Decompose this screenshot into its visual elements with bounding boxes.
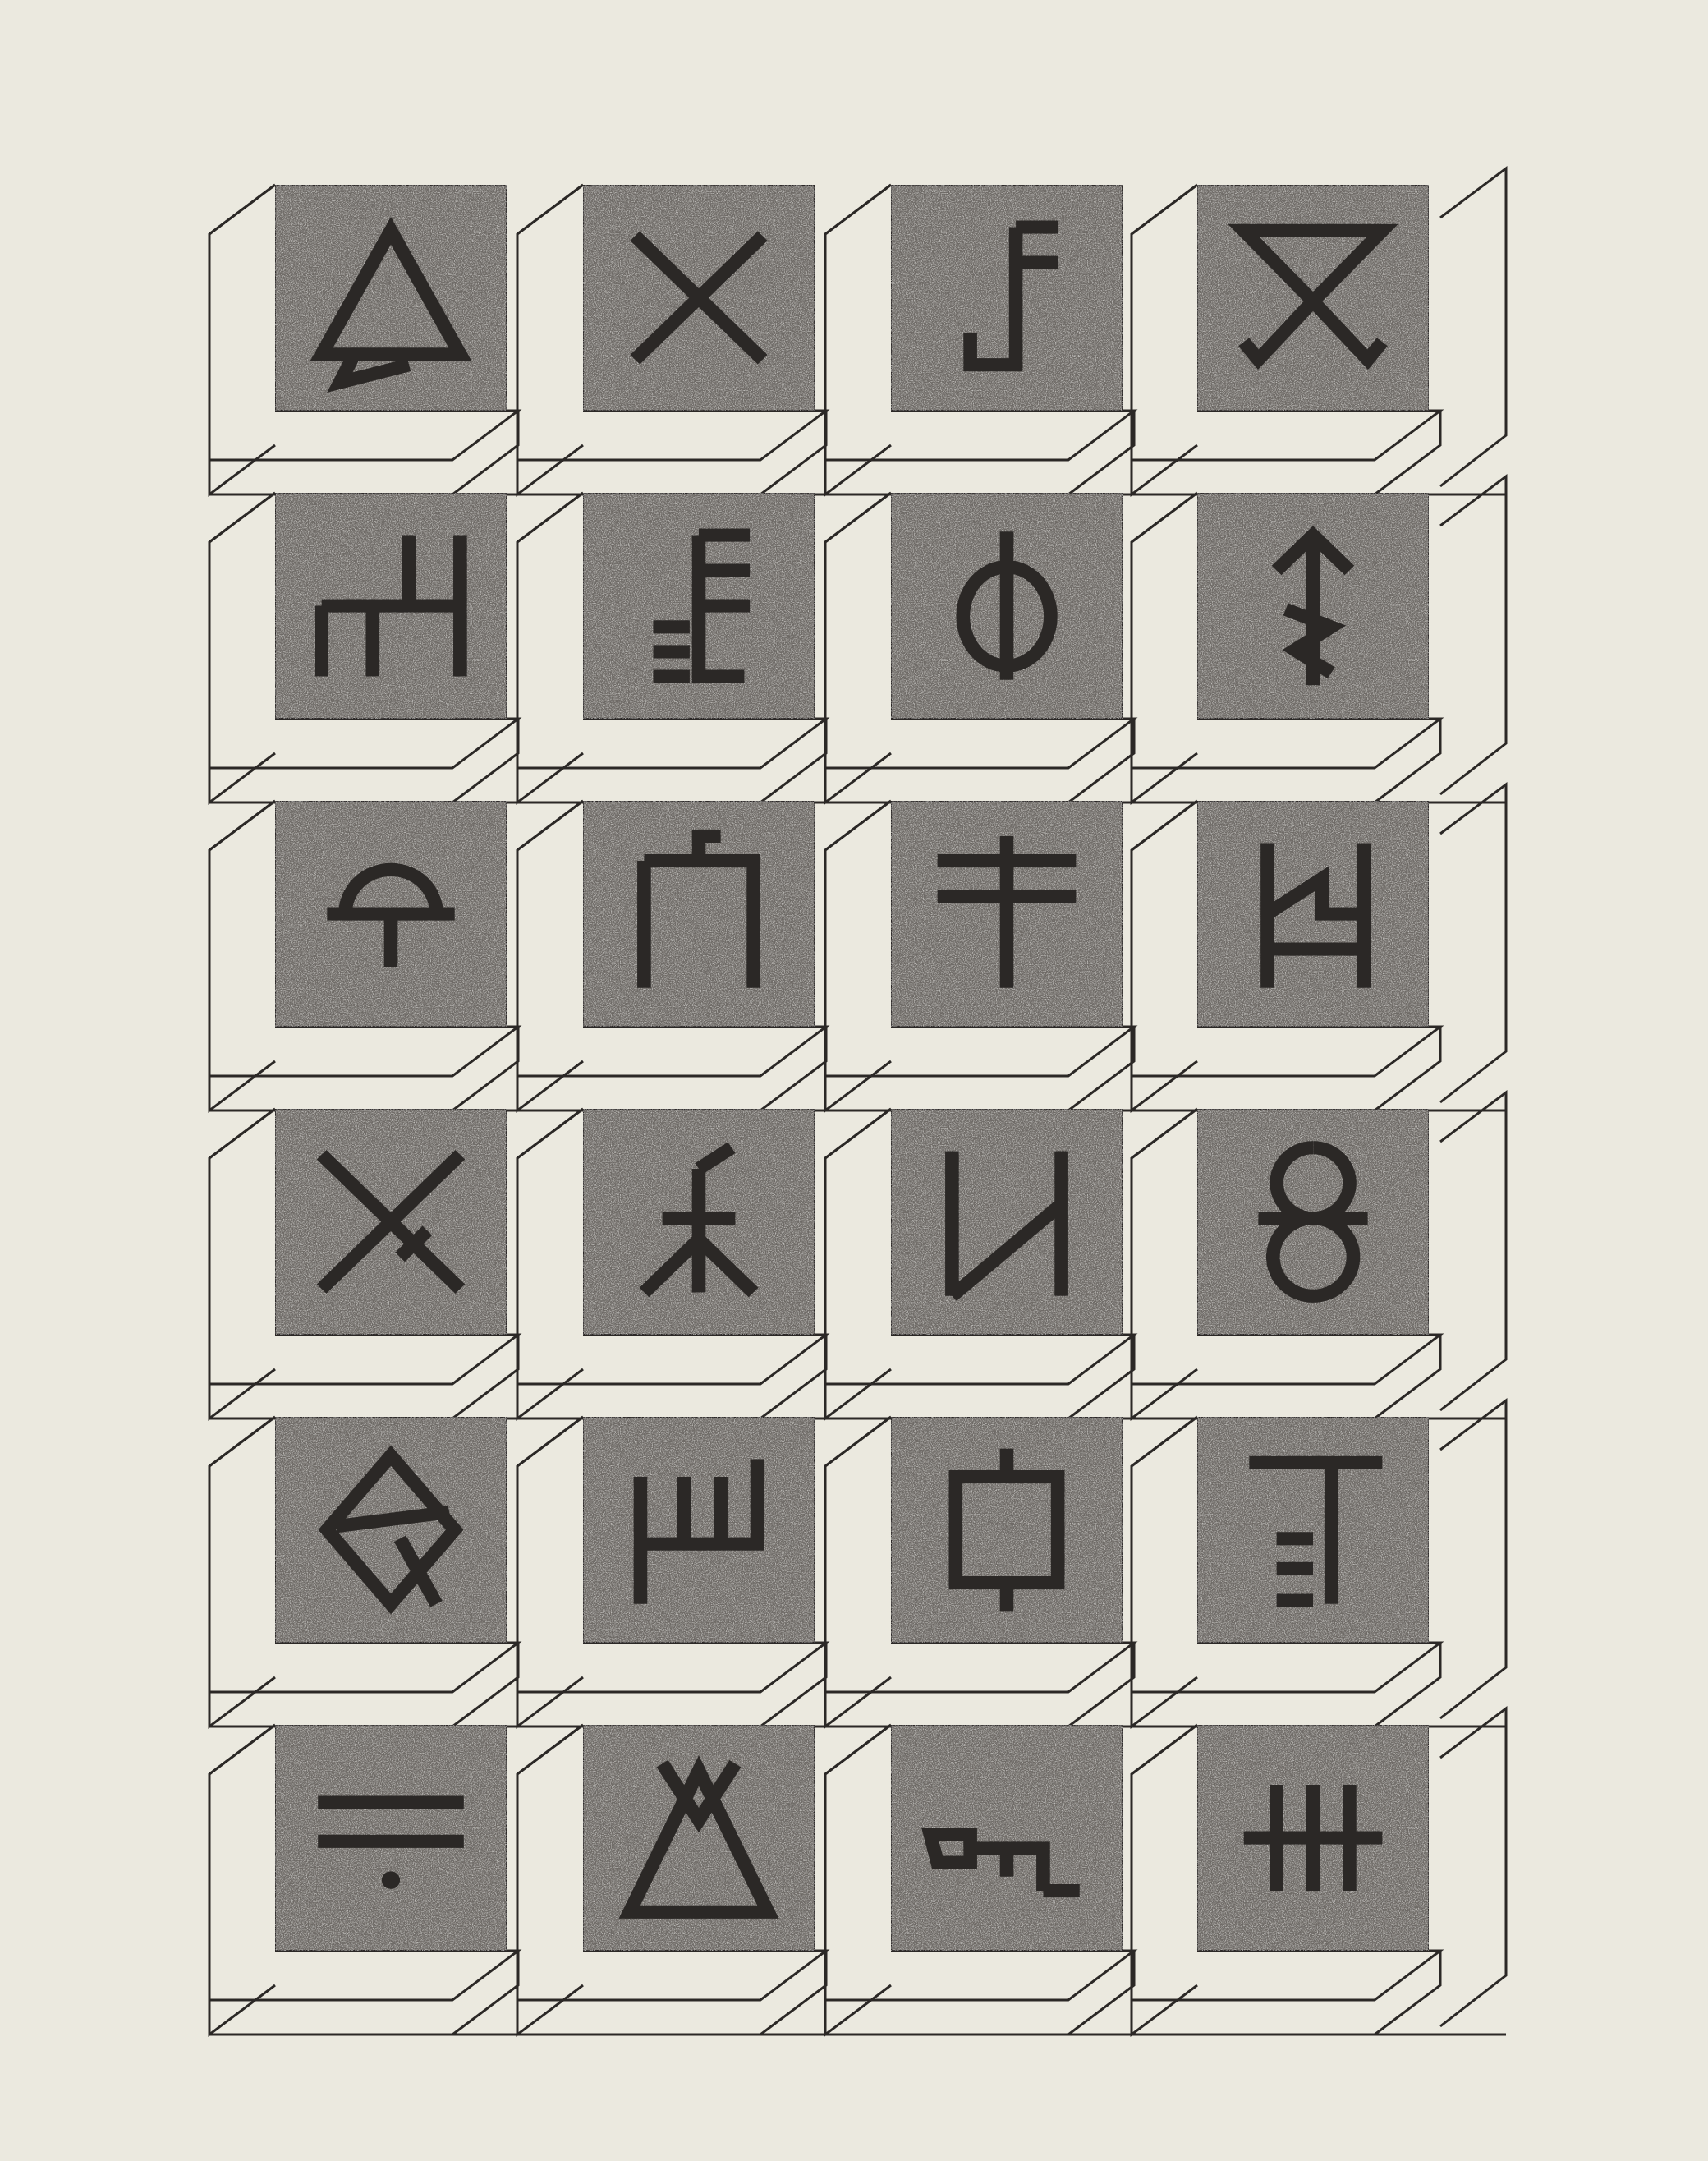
- row-end-wall: [1439, 782, 1508, 1104]
- plate-texture: [890, 184, 1123, 412]
- glyph-plate: [1196, 800, 1430, 1028]
- symbol-grid: [0, 0, 1708, 2161]
- glyph-plate: [1196, 1724, 1430, 1952]
- glyph-plate: [1196, 1108, 1430, 1336]
- glyph-plate: [274, 1724, 507, 1952]
- glyph-plate: [890, 1108, 1123, 1336]
- plate-texture: [890, 1108, 1123, 1336]
- glyph-plate: [1196, 492, 1430, 720]
- glyph-plate: [274, 184, 507, 412]
- glyph-plate: [582, 1108, 815, 1336]
- paper-edge: [0, 0, 1708, 2161]
- row-end-wall: [1439, 474, 1508, 796]
- glyph-plate: [582, 1724, 815, 1952]
- row-end-wall: [1439, 166, 1508, 488]
- artwork-sheet: [0, 0, 1708, 2161]
- plate-texture: [1196, 1416, 1430, 1644]
- glyph-plate: [890, 1724, 1123, 1952]
- glyph-plates: [274, 184, 1430, 1952]
- glyph-plate: [582, 492, 815, 720]
- row-end-wall: [1439, 1706, 1508, 2028]
- glyph-plate: [582, 1416, 815, 1644]
- glyph-plate: [890, 1416, 1123, 1644]
- dot-icon: [381, 1871, 401, 1889]
- glyph-plate: [890, 184, 1123, 412]
- glyph-plate: [582, 800, 815, 1028]
- glyph-plate: [582, 184, 815, 412]
- glyph-plate: [274, 1108, 507, 1336]
- plate-texture: [1196, 800, 1430, 1028]
- glyph-plate: [890, 800, 1123, 1028]
- glyph-plate: [274, 492, 507, 720]
- glyph-plate: [1196, 1416, 1430, 1644]
- glyph-plate: [890, 492, 1123, 720]
- glyph-plate: [274, 800, 507, 1028]
- plate-texture: [582, 1416, 815, 1644]
- row-end-wall: [1439, 1398, 1508, 1720]
- glyph-plate: [274, 1416, 507, 1644]
- row-end-wall: [1439, 1090, 1508, 1412]
- glyph-plate: [1196, 184, 1430, 412]
